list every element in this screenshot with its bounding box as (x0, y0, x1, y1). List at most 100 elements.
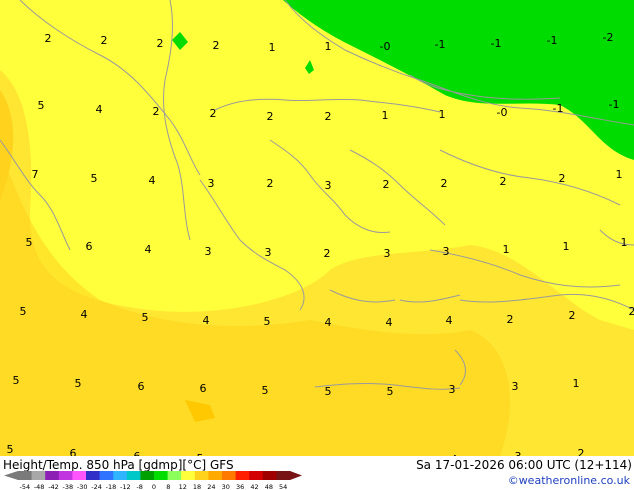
temperature-value-label: 7 (32, 168, 39, 181)
temperature-value-label: 5 (75, 377, 82, 390)
temperature-value-label: 2 (101, 34, 108, 47)
temperature-value-label: 1 (616, 168, 623, 181)
temperature-value-label: 2 (267, 177, 274, 190)
temperature-value-label: 5 (7, 443, 14, 456)
temperature-value-label: 3 (205, 245, 212, 258)
scale-tick-label: 0 (152, 483, 156, 490)
temperature-value-label: -1 (547, 34, 558, 47)
temperature-value-label: 2 (500, 175, 507, 188)
temperature-value-label: 2 (213, 39, 220, 52)
temperature-value-label: 2 (629, 305, 634, 318)
temperature-value-label: 2 (325, 110, 332, 123)
temperature-value-label: -1 (491, 37, 502, 50)
temperature-value-label: 5 (325, 385, 332, 398)
scale-swatch (276, 471, 291, 480)
temperature-value-label: 1 (503, 243, 510, 256)
scale-arrow-left (4, 471, 18, 480)
scale-tick-label: 54 (279, 483, 287, 490)
temperature-value-label: 1 (439, 108, 446, 121)
temperature-value-label: 2 (559, 172, 566, 185)
scale-swatch (58, 471, 73, 480)
scale-tick-label: -8 (136, 483, 142, 490)
temperature-value-label: 1 (325, 40, 332, 53)
temperature-value-label: -1 (609, 98, 620, 111)
scale-tick-label: -24 (91, 483, 102, 490)
scale-swatch (167, 471, 182, 480)
temperature-field: 2 2 2 2 1 1 -0 -1 -1 -1 -2 5 4 2 2 2 2 1 1 -0 -1 -1 7 5 4 3 2 3 2 2 2 2… (0, 0, 634, 456)
scale-arrow-right (290, 471, 302, 480)
scale-tick-label: -38 (63, 483, 74, 490)
temperature-value-label: 4 (81, 308, 88, 321)
scale-swatch (208, 471, 223, 480)
temperature-value-label: -1 (553, 102, 564, 115)
temperature-value-label: 6 (86, 240, 93, 253)
temperature-value-label: 2 (210, 107, 217, 120)
temperature-value-label: 5 (38, 99, 45, 112)
scale-swatch (249, 471, 264, 480)
temperature-value-label: 2 (153, 105, 160, 118)
temperature-value-label: 2 (324, 247, 331, 260)
scale-tick-label: 18 (193, 483, 201, 490)
temperature-value-label: -1 (435, 38, 446, 51)
temperature-value-label: 3 (449, 383, 456, 396)
temperature-value-label: 4 (446, 314, 453, 327)
scale-swatch (222, 471, 237, 480)
scale-swatch (86, 471, 101, 480)
scale-swatch (140, 471, 155, 480)
weather-map: 2 2 2 2 1 1 -0 -1 -1 -1 -2 5 4 2 2 2 2 1 1 -0 -1 -1 7 5 4 3 2 3 2 2 2 2… (0, 0, 634, 456)
scale-swatch (99, 471, 114, 480)
temperature-value-label: 3 (208, 177, 215, 190)
temperature-value-label: 4 (96, 103, 103, 116)
scale-tick-label: 36 (236, 483, 244, 490)
scale-tick-label: -12 (120, 483, 131, 490)
scale-swatch (126, 471, 141, 480)
temperature-value-label: 2 (441, 177, 448, 190)
temperature-value-label: -2 (603, 31, 614, 44)
map-footer: Height/Temp. 850 hPa [gdmp][°C] GFS Sa 1… (0, 456, 634, 490)
scale-tick-label: 48 (265, 483, 273, 490)
scale-swatch (194, 471, 209, 480)
scale-swatch (18, 471, 33, 480)
temperature-value-label: 5 (91, 172, 98, 185)
scale-swatch (45, 471, 60, 480)
temperature-value-label: 1 (573, 377, 580, 390)
color-scale: -54 -48 -42 -38 -30 -24 -18 -12 -8 0 8 12 18 24 30 36 42… (4, 471, 302, 490)
temperature-value-label: 3 (265, 246, 272, 259)
temperature-value-label: 3 (325, 179, 332, 192)
temperature-value-label: 2 (578, 447, 585, 456)
credit-link[interactable]: ©weatheronline.co.uk (508, 474, 630, 487)
temperature-value-label: 2 (569, 309, 576, 322)
scale-swatch (113, 471, 128, 480)
temperature-value-label: 2 (383, 178, 390, 191)
scale-swatch (72, 471, 87, 480)
scale-tick-label: -54 (19, 483, 30, 490)
map-title: Height/Temp. 850 hPa [gdmp][°C] GFS (3, 458, 234, 472)
scale-swatch (181, 471, 196, 480)
scale-tick-label: 30 (222, 483, 230, 490)
temperature-value-label: 4 (149, 174, 156, 187)
scale-tick-label: -18 (106, 483, 117, 490)
temperature-value-label: 3 (443, 245, 450, 258)
scale-tick-label: -30 (77, 483, 88, 490)
temperature-value-label: 3 (512, 380, 519, 393)
temperature-value-label: 5 (262, 384, 269, 397)
forecast-datetime: Sa 17-01-2026 06:00 UTC (12+114) (416, 458, 632, 472)
temperature-value-label: 4 (145, 243, 152, 256)
temperature-value-label: 6 (70, 447, 77, 456)
temperature-value-label: -0 (497, 106, 508, 119)
temperature-value-label: 5 (387, 385, 394, 398)
temperature-value-label: 2 (157, 37, 164, 50)
temperature-value-label: 2 (507, 313, 514, 326)
temperature-value-label: 4 (386, 316, 393, 329)
scale-tick-label: 12 (179, 483, 187, 490)
temperature-value-label: 5 (20, 305, 27, 318)
temperature-value-label: 6 (200, 382, 207, 395)
temperature-value-label: 5 (26, 236, 33, 249)
temperature-value-label: 5 (264, 315, 271, 328)
scale-tick-label: -48 (34, 483, 45, 490)
scale-tick-label: 42 (250, 483, 258, 490)
temperature-value-label: -0 (380, 40, 391, 53)
temperature-value-label: 3 (384, 247, 391, 260)
temperature-value-label: 5 (142, 311, 149, 324)
temperature-value-label: 1 (563, 240, 570, 253)
